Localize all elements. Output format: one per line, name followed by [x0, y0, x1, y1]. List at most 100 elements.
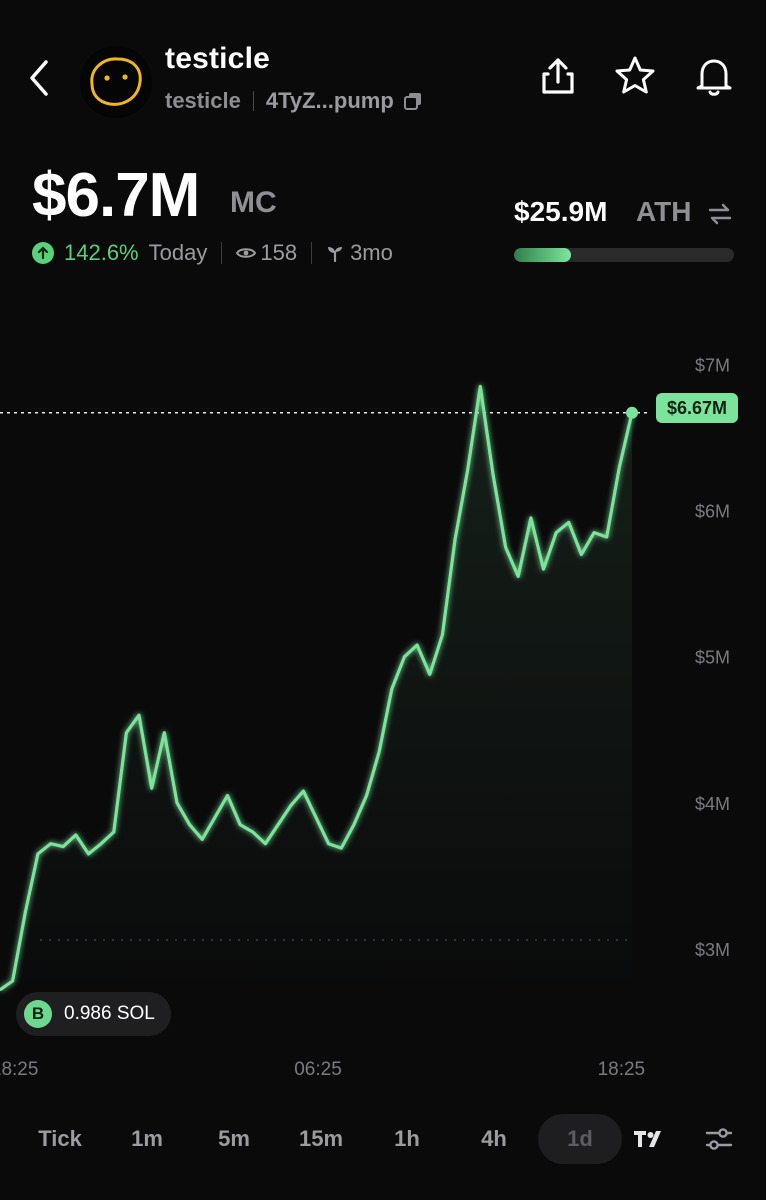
share-icon[interactable]	[536, 54, 580, 98]
watchers-count: 158	[260, 240, 298, 265]
token-name: testicle	[165, 42, 270, 75]
price-point	[87, 852, 90, 856]
current-price-dot	[626, 406, 638, 419]
ath-progress-fill	[514, 248, 572, 262]
price-point	[201, 838, 204, 841]
sprout-icon	[328, 247, 343, 262]
price-point	[239, 823, 242, 826]
token-subtitle: testicle 4TyZ...pump	[165, 88, 422, 114]
price-point	[74, 833, 78, 837]
y-axis-tick-label: $4M	[695, 794, 730, 814]
price-point	[479, 385, 482, 388]
divider	[221, 242, 223, 264]
market-cap-value: $6.7M	[32, 161, 200, 230]
price-point	[580, 553, 583, 556]
timeframe-1h[interactable]: 1h	[372, 1114, 442, 1164]
token-address[interactable]: 4TyZ...pump	[266, 88, 394, 114]
price-point	[517, 575, 520, 578]
price-point	[504, 546, 507, 549]
price-point	[567, 521, 570, 524]
price-point	[542, 567, 545, 571]
price-point	[390, 687, 393, 691]
price-point	[365, 794, 368, 797]
price-point	[36, 852, 40, 856]
price-point	[24, 911, 27, 914]
price-point	[289, 804, 292, 807]
price-point	[327, 842, 330, 845]
token-avatar	[80, 46, 152, 118]
price-point	[150, 787, 153, 790]
back-chevron-icon[interactable]	[22, 58, 58, 98]
timeframe-tick[interactable]: Tick	[20, 1114, 100, 1164]
price-point	[555, 531, 558, 534]
buy-badge: B	[24, 1000, 52, 1028]
price-point	[49, 842, 52, 845]
price-point	[453, 538, 457, 542]
price-point	[226, 794, 229, 797]
timeframe-15m[interactable]: 15m	[284, 1114, 358, 1164]
ath-value: $25.9M	[514, 196, 608, 227]
price-point	[213, 816, 217, 819]
price-point	[491, 473, 495, 476]
tradingview-icon[interactable]	[632, 1126, 666, 1152]
settings-sliders-icon[interactable]	[704, 1125, 734, 1153]
swap-icon[interactable]	[706, 201, 734, 227]
timeframe-5m[interactable]: 5m	[198, 1114, 270, 1164]
price-point	[314, 816, 318, 819]
timeframe-bar: Tick 1m 5m 15m 1h 4h 1d	[0, 1114, 766, 1164]
change-period: Today	[148, 240, 208, 265]
price-point	[112, 830, 116, 834]
x-axis-tick-label: 18:25	[0, 1059, 38, 1080]
trade-amount: 0.986 SOL	[64, 1003, 155, 1024]
price-point	[618, 465, 621, 469]
ath-progress-bar	[514, 248, 734, 262]
bell-icon[interactable]	[692, 54, 736, 98]
divider	[311, 242, 313, 264]
price-area-fill	[0, 386, 632, 1000]
price-chart[interactable]: $7M $6M $5M $4M $3M 18:25 06:25 18:25	[0, 330, 766, 1090]
price-point	[11, 979, 14, 983]
price-point	[264, 842, 267, 845]
x-axis-tick-label: 18:25	[598, 1059, 646, 1080]
price-point	[175, 801, 179, 804]
price-point	[529, 516, 533, 520]
price-point	[403, 655, 406, 658]
y-axis-tick-label: $3M	[695, 940, 730, 960]
price-point	[276, 823, 280, 826]
timeframe-4h[interactable]: 4h	[458, 1114, 530, 1164]
eye-icon	[236, 248, 257, 258]
price-point	[251, 830, 254, 834]
price-point	[605, 535, 608, 539]
price-point	[188, 823, 191, 826]
arrow-up-icon	[32, 242, 54, 264]
y-axis-tick-label: $6M	[695, 502, 730, 522]
price-point	[441, 633, 444, 636]
y-axis-tick-label: $5M	[695, 648, 730, 668]
price-point	[352, 823, 356, 826]
price-point	[125, 731, 128, 734]
stats-row: 142.6% Today 158 3mo	[32, 240, 393, 266]
price-point	[62, 845, 65, 848]
copy-icon[interactable]	[403, 92, 422, 110]
timeframe-1m[interactable]: 1m	[112, 1114, 182, 1164]
star-icon[interactable]	[613, 54, 657, 98]
trade-marker[interactable]: B 0.986 SOL	[16, 992, 171, 1036]
price-point	[428, 673, 431, 676]
price-point	[466, 468, 469, 471]
current-price-label: $6.67M	[656, 393, 738, 423]
y-axis-tick-label: $7M	[695, 356, 730, 376]
token-ticker: testicle	[165, 88, 241, 113]
price-point	[415, 643, 419, 647]
market-cap-label: MC	[230, 186, 277, 219]
ath-label: ATH	[636, 196, 692, 227]
token-age: 3mo	[350, 240, 393, 265]
price-point	[163, 731, 166, 734]
price-point	[340, 846, 343, 850]
price-point	[592, 531, 596, 534]
divider	[252, 91, 254, 111]
price-point	[378, 750, 381, 753]
price-point	[137, 714, 141, 717]
x-axis-tick-label: 06:25	[294, 1059, 342, 1080]
price-point	[302, 789, 305, 793]
timeframe-1d[interactable]: 1d	[538, 1114, 622, 1164]
